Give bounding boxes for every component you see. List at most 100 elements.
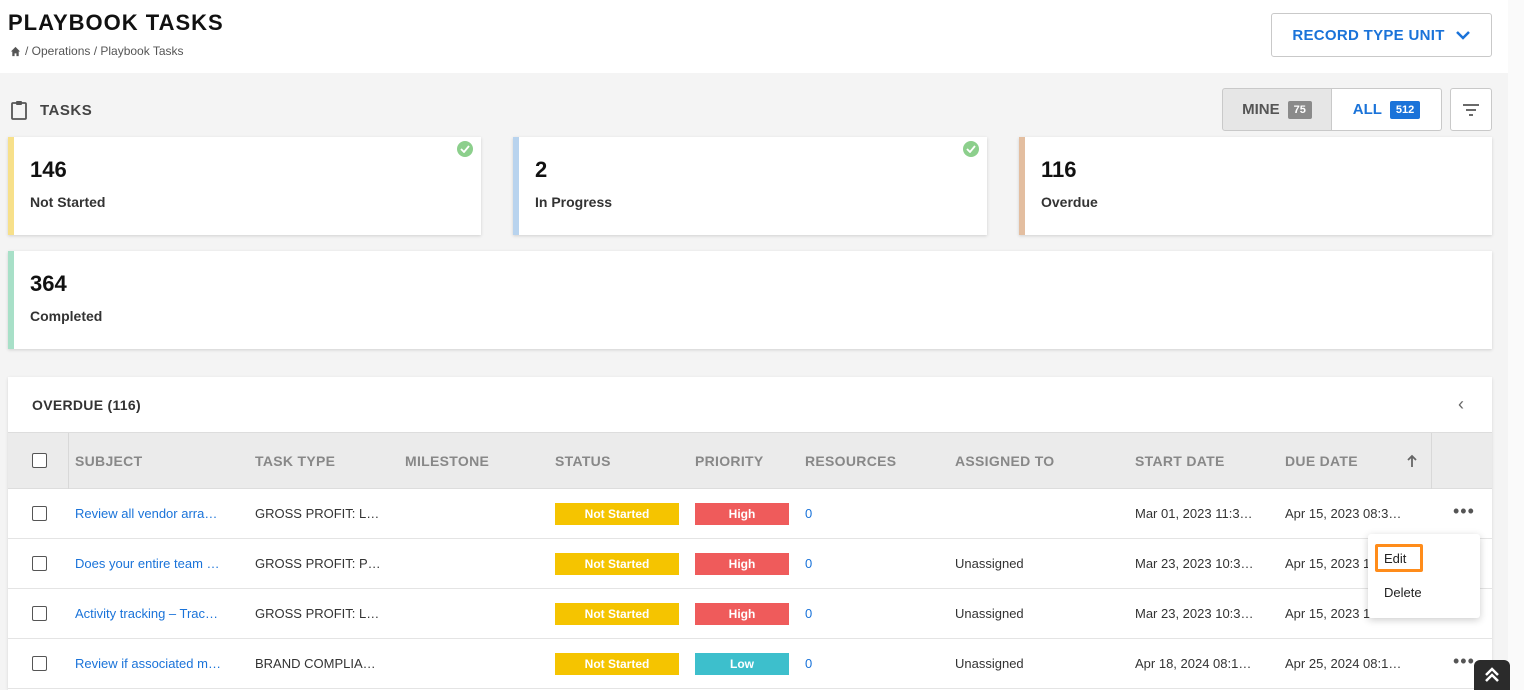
column-divider [68,433,69,490]
card-overdue[interactable]: 116 Overdue [1019,137,1492,235]
card-label: In Progress [535,194,613,210]
column-header-priority[interactable]: PRIORITY [695,453,764,469]
page-scrollbar[interactable] [1508,0,1524,690]
row-checkbox[interactable] [32,606,47,621]
priority-badge: High [695,553,789,575]
check-circle-icon [963,141,979,157]
more-horizontal-icon[interactable]: ••• [1453,501,1475,522]
start-date-cell: Mar 23, 2023 10:3… [1135,606,1254,621]
card-accent-bar [8,137,14,235]
mine-label: MINE [1242,101,1280,118]
status-badge: Not Started [555,553,679,575]
table-row[interactable]: Review all vendor arra… GROSS PROFIT: L…… [8,489,1492,539]
status-badge: Not Started [555,653,679,675]
start-date-cell: Mar 23, 2023 10:3… [1135,556,1254,571]
status-badge: Not Started [555,603,679,625]
table-header: SUBJECT TASK TYPE MILESTONE STATUS PRIOR… [8,432,1492,490]
task-type-cell: GROSS PROFIT: P… [255,556,381,571]
subject-link[interactable]: Does your entire team … [75,556,220,571]
table-row[interactable]: Does your entire team … GROSS PROFIT: P…… [8,539,1492,589]
card-accent-bar [513,137,519,235]
delete-menu-item[interactable]: Delete [1384,585,1422,600]
task-type-cell: GROSS PROFIT: L… [255,606,380,621]
card-not-started[interactable]: 146 Not Started [8,137,481,235]
page-header: PLAYBOOK TASKS / Operations / Playbook T… [0,0,1508,73]
task-type-cell: GROSS PROFIT: L… [255,506,380,521]
task-type-cell: BRAND COMPLIA… [255,656,376,671]
all-label: ALL [1352,101,1382,118]
resources-link[interactable]: 0 [805,656,812,671]
check-circle-icon [457,141,473,157]
priority-badge: High [695,503,789,525]
card-completed[interactable]: 364 Completed [8,251,1492,349]
subject-link[interactable]: Review if associated m… [75,656,221,671]
chevron-left-icon[interactable]: ‹ [1458,394,1464,415]
clipboard-icon [11,101,27,120]
mine-count-badge: 75 [1287,100,1312,119]
edit-menu-item[interactable]: Edit [1375,544,1423,572]
assigned-cell: Unassigned [955,606,1024,621]
filter-button[interactable] [1450,88,1492,131]
start-date-cell: Mar 01, 2023 11:3… [1135,506,1253,521]
column-header-start-date[interactable]: START DATE [1135,453,1225,469]
scroll-to-top-button[interactable] [1474,660,1510,690]
record-type-dropdown[interactable]: RECORD TYPE UNIT [1271,13,1492,57]
mine-all-toggle: MINE 75 ALL 512 [1222,88,1442,131]
tasks-label: TASKS [40,101,93,119]
column-header-milestone[interactable]: MILESTONE [405,453,489,469]
column-header-subject[interactable]: SUBJECT [75,453,142,469]
row-checkbox[interactable] [32,656,47,671]
double-chevron-up-icon [1485,667,1499,682]
table-row[interactable]: Activity tracking – Trac… GROSS PROFIT: … [8,589,1492,639]
card-value: 116 [1041,157,1077,182]
page-title: PLAYBOOK TASKS [8,10,224,35]
home-icon[interactable] [10,46,21,57]
due-date-cell: Apr 15, 2023 08:3… [1285,506,1402,521]
card-in-progress[interactable]: 2 In Progress [513,137,987,235]
all-toggle-button[interactable]: ALL 512 [1332,88,1442,131]
resources-link[interactable]: 0 [805,506,812,521]
subject-link[interactable]: Activity tracking – Trac… [75,606,218,621]
card-value: 2 [535,157,548,182]
row-checkbox[interactable] [32,506,47,521]
assigned-cell: Unassigned [955,656,1024,671]
mine-toggle-button[interactable]: MINE 75 [1222,88,1332,131]
all-count-badge: 512 [1389,100,1421,119]
assigned-cell: Unassigned [955,556,1024,571]
row-context-menu: Edit Delete [1368,534,1480,618]
breadcrumb-text[interactable]: / Operations / Playbook Tasks [25,44,184,58]
priority-badge: High [695,603,789,625]
column-header-assigned-to[interactable]: ASSIGNED TO [955,453,1055,469]
card-label: Overdue [1041,194,1098,210]
record-type-label: RECORD TYPE UNIT [1292,26,1445,44]
card-value: 364 [30,271,67,296]
card-accent-bar [1019,137,1025,235]
card-label: Not Started [30,194,106,210]
card-accent-bar [8,251,14,349]
subject-link[interactable]: Review all vendor arra… [75,506,217,521]
section-title: OVERDUE (116) [32,397,141,413]
card-value: 146 [30,157,67,182]
row-checkbox[interactable] [32,556,47,571]
priority-badge: Low [695,653,789,675]
breadcrumb: / Operations / Playbook Tasks [10,44,184,58]
chevron-down-icon [1455,31,1470,40]
column-header-resources[interactable]: RESOURCES [805,453,896,469]
due-date-cell: Apr 25, 2024 08:1… [1285,656,1402,671]
filter-icon [1463,103,1479,116]
column-divider [1431,433,1432,490]
start-date-cell: Apr 18, 2024 08:1… [1135,656,1252,671]
column-header-status[interactable]: STATUS [555,453,611,469]
tasks-heading: TASKS [10,100,92,120]
select-all-checkbox[interactable] [32,453,47,468]
resources-link[interactable]: 0 [805,606,812,621]
status-badge: Not Started [555,503,679,525]
column-header-due-date[interactable]: DUE DATE [1285,453,1358,469]
resources-link[interactable]: 0 [805,556,812,571]
column-header-task-type[interactable]: TASK TYPE [255,453,335,469]
table-row[interactable]: Review if associated m… BRAND COMPLIA… N… [8,639,1492,689]
arrow-up-icon[interactable] [1406,454,1418,468]
overdue-section: OVERDUE (116) ‹ SUBJECT TASK TYPE MILEST… [8,377,1492,690]
card-label: Completed [30,308,103,324]
more-horizontal-icon[interactable]: ••• [1453,651,1475,672]
